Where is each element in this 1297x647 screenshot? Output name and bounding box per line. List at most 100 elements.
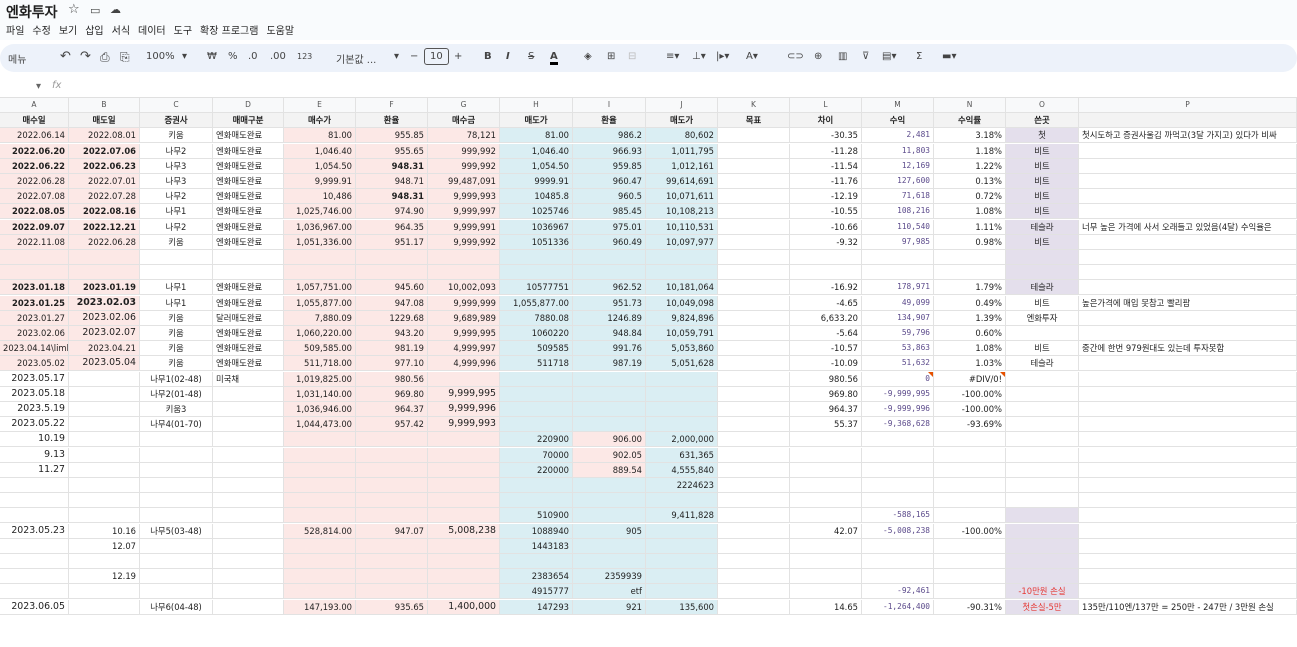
percent-format-button[interactable]: % — [228, 51, 238, 62]
cell-I[interactable] — [573, 508, 646, 524]
cell-C[interactable]: 나무1 — [140, 280, 213, 296]
cell-C[interactable]: 키움 — [140, 356, 213, 372]
cell-G[interactable] — [428, 432, 500, 448]
cell-E[interactable]: 509,585.00 — [284, 341, 356, 357]
cell-G[interactable]: 9,999,992 — [428, 234, 500, 250]
redo-icon[interactable]: ↷ — [80, 49, 91, 64]
cell-B[interactable] — [69, 554, 140, 569]
insert-comment-icon[interactable]: ⊕ — [814, 51, 822, 62]
cell-G[interactable] — [428, 250, 500, 265]
cell-K[interactable] — [718, 432, 790, 448]
header-cell[interactable]: 수익 — [862, 113, 934, 129]
cell-L[interactable]: 55.37 — [790, 417, 862, 433]
cell-O[interactable] — [1006, 508, 1079, 524]
cell-K[interactable] — [718, 462, 790, 478]
menu-file[interactable]: 파일 — [6, 22, 24, 37]
header-cell[interactable]: 수익률 — [934, 113, 1006, 129]
cell-A[interactable] — [0, 493, 69, 509]
print-icon[interactable]: ⎙ — [100, 50, 110, 65]
cell-H[interactable] — [500, 371, 573, 387]
cell-B[interactable] — [69, 584, 140, 600]
cell-F[interactable]: 947.08 — [356, 295, 428, 311]
cell-B[interactable] — [69, 493, 140, 509]
cell-C[interactable] — [140, 569, 213, 585]
cell-M[interactable] — [862, 432, 934, 448]
cell-M[interactable]: -9,999,996 — [862, 402, 934, 417]
cell-M[interactable] — [862, 538, 934, 554]
font-size-increase-button[interactable]: + — [454, 51, 462, 62]
cell-B[interactable]: 12.19 — [69, 569, 140, 585]
cell-A[interactable]: 2023.05.23 — [0, 523, 69, 539]
cell-P[interactable] — [1079, 402, 1297, 417]
more-formats-button[interactable]: 123 — [297, 52, 312, 61]
cell-E[interactable]: 1,031,140.00 — [284, 386, 356, 402]
cell-N[interactable]: 1.08% — [934, 204, 1006, 220]
cell-L[interactable] — [790, 250, 862, 265]
cell-C[interactable]: 나무1 — [140, 295, 213, 311]
cell-O[interactable]: 비트 — [1006, 189, 1079, 205]
cell-I[interactable]: 960.49 — [573, 234, 646, 250]
cell-K[interactable] — [718, 447, 790, 463]
cell-J[interactable]: 9,824,896 — [646, 310, 718, 326]
cell-E[interactable] — [284, 478, 356, 493]
cell-C[interactable]: 키움3 — [140, 402, 213, 417]
cell-F[interactable]: 948.31 — [356, 158, 428, 174]
cell-F[interactable] — [356, 538, 428, 554]
cell-G[interactable]: 99,487,091 — [428, 174, 500, 189]
cell-G[interactable]: 9,999,995 — [428, 326, 500, 341]
cell-A[interactable] — [0, 584, 69, 600]
cell-N[interactable] — [934, 508, 1006, 524]
cell-K[interactable] — [718, 310, 790, 326]
cell-I[interactable]: 959.85 — [573, 158, 646, 174]
cell-A[interactable]: 2023.5.19 — [0, 402, 69, 417]
cell-L[interactable]: -30.35 — [790, 128, 862, 144]
cell-A[interactable]: 2023.05.18 — [0, 386, 69, 402]
menu-tools[interactable]: 도구 — [174, 22, 192, 37]
functions-icon[interactable]: Σ — [916, 51, 922, 62]
cell-P[interactable] — [1079, 584, 1297, 600]
cell-N[interactable]: -100.00% — [934, 386, 1006, 402]
cell-C[interactable]: 나무2 — [140, 219, 213, 235]
cell-J[interactable]: 1,011,795 — [646, 143, 718, 159]
cell-D[interactable]: 엔화매도완료 — [213, 295, 284, 311]
cell-K[interactable] — [718, 417, 790, 433]
cell-G[interactable]: 9,999,993 — [428, 417, 500, 433]
cell-H[interactable]: 511718 — [500, 356, 573, 372]
cell-A[interactable]: 11.27 — [0, 462, 69, 478]
cell-B[interactable]: 10.16 — [69, 523, 140, 539]
cell-O[interactable]: 비트 — [1006, 158, 1079, 174]
spreadsheet-grid[interactable]: A B C D E F G H I J K L M N O P 매수일 매도일 증권사 매매구분 매수가 환율 매수금 매도가… — [0, 98, 1297, 647]
cell-C[interactable]: 나무4(01-70) — [140, 417, 213, 433]
cell-E[interactable] — [284, 432, 356, 448]
cell-K[interactable] — [718, 189, 790, 205]
cell-G[interactable]: 9,999,997 — [428, 204, 500, 220]
cell-M[interactable]: -5,008,238 — [862, 523, 934, 539]
cell-M[interactable]: 59,796 — [862, 326, 934, 341]
cell-A[interactable]: 2023.05.02 — [0, 356, 69, 372]
cell-N[interactable]: 1.39% — [934, 310, 1006, 326]
cell-B[interactable] — [69, 462, 140, 478]
cell-O[interactable] — [1006, 462, 1079, 478]
cell-J[interactable]: 10,097,977 — [646, 234, 718, 250]
cell-F[interactable]: 945.60 — [356, 280, 428, 296]
cell-A[interactable]: 10.19 — [0, 432, 69, 448]
cell-F[interactable] — [356, 250, 428, 265]
cell-F[interactable] — [356, 508, 428, 524]
cell-B[interactable] — [69, 402, 140, 417]
cell-L[interactable]: -10.57 — [790, 341, 862, 357]
cell-J[interactable]: 9,411,828 — [646, 508, 718, 524]
cell-F[interactable] — [356, 265, 428, 281]
cell-O[interactable]: -10만원 손실 — [1006, 584, 1079, 600]
cell-F[interactable] — [356, 584, 428, 600]
cell-H[interactable] — [500, 265, 573, 281]
filter-views-icon[interactable]: ▤▾ — [882, 51, 896, 62]
cell-D[interactable] — [213, 402, 284, 417]
cell-B[interactable] — [69, 478, 140, 493]
column-header-N[interactable]: N — [934, 98, 1006, 113]
cell-I[interactable]: 960.47 — [573, 174, 646, 189]
cell-N[interactable] — [934, 569, 1006, 585]
cell-J[interactable]: 631,365 — [646, 447, 718, 463]
cell-C[interactable] — [140, 584, 213, 600]
cell-B[interactable]: 2022.08.16 — [69, 204, 140, 220]
cell-K[interactable] — [718, 538, 790, 554]
